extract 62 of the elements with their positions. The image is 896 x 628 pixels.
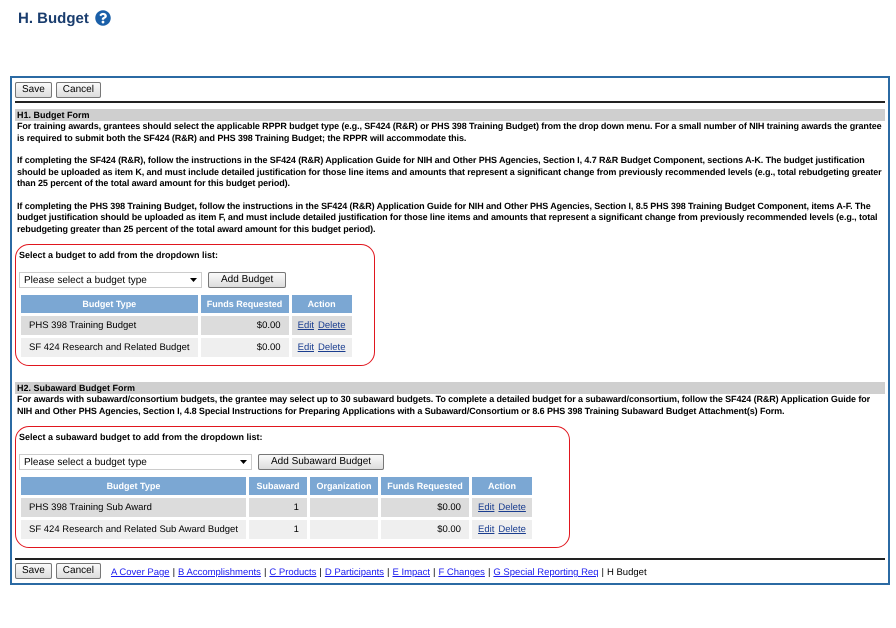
column-header: Budget Type <box>21 295 198 313</box>
column-header: Funds Requested <box>380 477 469 495</box>
caret-icon <box>240 460 247 464</box>
column-header: Action <box>472 477 532 495</box>
table-cell: SF 424 Research and Related Budget <box>21 338 198 357</box>
add-budget-button[interactable]: Add Budget <box>208 272 286 288</box>
budget-type-dropdown[interactable]: Please select a budget type <box>19 454 252 470</box>
column-header: Funds Requested <box>200 295 289 313</box>
save-button[interactable]: Save <box>15 563 52 579</box>
table-cell: $0.00 <box>380 498 469 517</box>
column-header: Subaward <box>248 477 307 495</box>
table-cell: 1 <box>248 520 307 539</box>
section-link[interactable]: E Impact <box>392 567 430 578</box>
column-header: Budget Type <box>21 477 246 495</box>
row-action-link[interactable]: Edit <box>478 524 494 535</box>
section-link[interactable]: F Changes <box>438 567 485 578</box>
table-cell: $0.00 <box>200 338 289 357</box>
row-action-link[interactable]: Delete <box>498 502 526 513</box>
section-heading: H2. Subaward Budget Form <box>15 382 885 394</box>
row-action-link[interactable]: Delete <box>318 342 346 353</box>
save-button[interactable]: Save <box>15 82 52 98</box>
cancel-button[interactable]: Cancel <box>56 563 101 579</box>
help-icon[interactable] <box>94 10 111 26</box>
nav-separator: | <box>488 567 490 578</box>
table-cell: 1 <box>248 498 307 517</box>
row-action-link[interactable]: Edit <box>298 320 314 331</box>
column-header: Organization <box>310 477 378 495</box>
column-header: Action <box>292 295 352 313</box>
instructions-paragraph: If completing the PHS 398 Training Budget, follow the instructions in the SF424 (R&R) Application Guide for NIH and Other PHS Agencies, Section I, 8.5 PHS 398 Training Budget Component, items A-F. The budget justification should be uploaded as item F, and must include detailed justification for those line items and amounts that represent a significant change from previously recommended levels (e.g., total rebudgeting greater than 25 percent of the total award amount for this budget period). <box>16 200 878 235</box>
dropdown-prompt: Select a subaward budget to add from the dropdown list: <box>19 432 264 442</box>
instructions-paragraph: If completing the SF424 (R&R), follow the instructions in the SF424 (R&R) Application Guide for NIH and Other PHS Agencies, Section I, 4.7 R&R Budget Component, sections A-K. The budget justification should be uploaded as item K, and must include detailed justification for those line items and amounts that represent a significant change from previously recommended levels (e.g., total rebudgeting greater than 25 percent of the total award amount for this budget period). <box>16 155 883 190</box>
budget-type-dropdown[interactable]: Please select a budget type <box>19 272 202 288</box>
nav-separator: | <box>432 567 436 578</box>
section-heading: H1. Budget Form <box>15 109 885 121</box>
nav-separator: | <box>602 567 604 578</box>
nav-separator: | <box>387 567 390 578</box>
row-action-link[interactable]: Delete <box>498 524 526 535</box>
row-action-link[interactable]: Delete <box>318 320 346 331</box>
table-cell: PHS 398 Training Sub Award <box>21 498 246 517</box>
instructions-paragraph: For training awards, grantees should select the applicable RPPR budget type (e.g., SF424 (R&R) or PHS 398 Training Budget) from the drop down menu. For a small number of NIH training awards the grantee is required to submit both the SF424 (R&R) and PHS 398 Training Budget; the RPPR will accommodate this. <box>16 121 883 144</box>
add-budget-button[interactable]: Add Subaward Budget <box>258 454 384 470</box>
nav-separator: | <box>319 567 322 578</box>
empty-cell <box>310 498 378 517</box>
section-link[interactable]: G Special Reporting Req <box>493 567 598 578</box>
caret-icon <box>190 278 197 282</box>
current-section-label: H Budget <box>606 567 647 578</box>
section-link[interactable]: C Products <box>269 567 316 578</box>
table-cell: $0.00 <box>200 316 289 335</box>
table-cell: $0.00 <box>380 520 469 539</box>
nav-separator: | <box>264 567 266 578</box>
nav-separator: | <box>172 567 176 578</box>
dropdown-prompt: Select a budget to add from the dropdown list: <box>19 250 220 260</box>
table-cell: SF 424 Research and Related Sub Award Budget <box>21 520 246 539</box>
page-title: H. Budget <box>18 10 89 27</box>
row-action-link[interactable]: Edit <box>478 502 494 513</box>
section-link[interactable]: B Accomplishments <box>178 567 261 578</box>
section-link[interactable]: A Cover Page <box>110 567 170 578</box>
row-action-link[interactable]: Edit <box>298 342 314 353</box>
table-cell: PHS 398 Training Budget <box>21 316 198 335</box>
cancel-button[interactable]: Cancel <box>56 82 101 98</box>
instructions-paragraph: For awards with subaward/consortium budgets, the grantee may select up to 30 subaward budgets. To complete a detailed budget for a subaward/consortium, follow the SF424 (R&R) Application Guide for NIH and Other PHS Agencies, Section I, 4.8 Special Instructions for Preparing Applications with a Subaward/Consortium or 8.6 PHS 398 Training Subaward Budget Attachment(s) Form. <box>16 394 872 417</box>
section-link[interactable]: D Participants <box>324 567 384 578</box>
